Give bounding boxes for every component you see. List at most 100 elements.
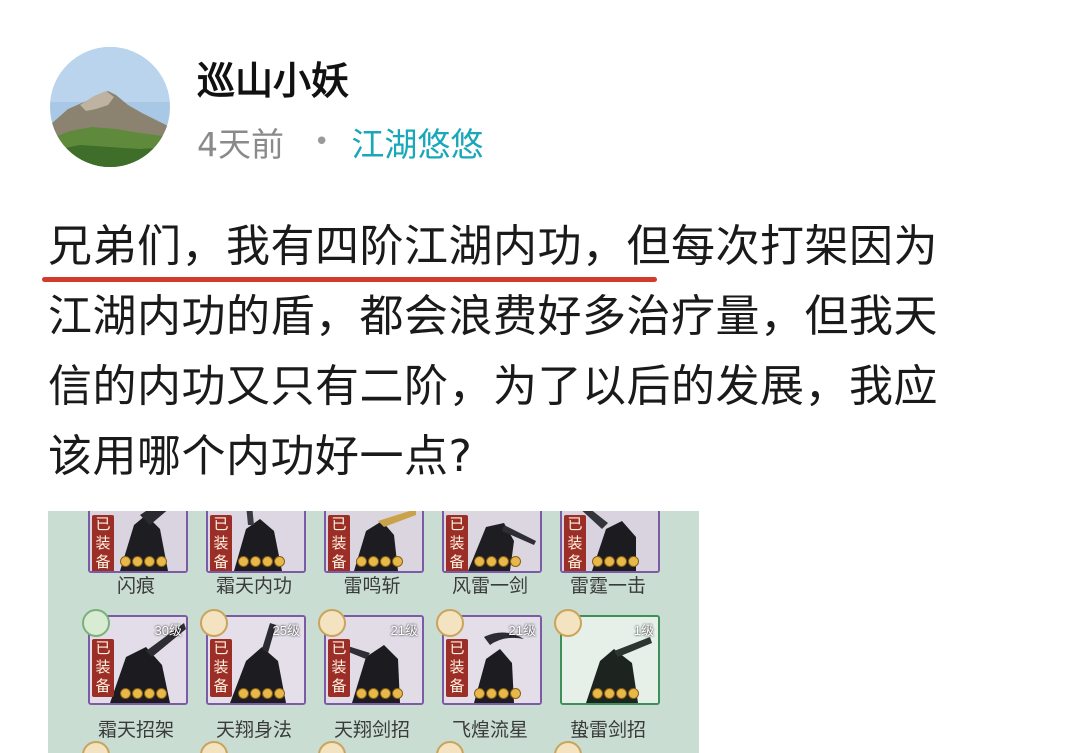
coin-icon xyxy=(238,556,249,567)
rank-coins xyxy=(356,688,403,699)
skill-art: 已装备 xyxy=(324,511,424,573)
meta-separator: • xyxy=(314,127,330,157)
coin-icon xyxy=(250,556,261,567)
skill-name: 霜天内功 xyxy=(215,575,292,597)
equipped-tag: 已装备 xyxy=(210,515,232,571)
coin-icon xyxy=(132,688,143,699)
rank-coins xyxy=(120,556,167,567)
post-text-line: 该用哪个内功好一点? xyxy=(48,431,473,482)
coin-icon xyxy=(510,556,521,567)
coin-icon xyxy=(628,688,639,699)
coin-icon xyxy=(510,688,521,699)
rank-coins xyxy=(238,688,285,699)
skill-type-badge-icon xyxy=(554,609,582,637)
coin-icon xyxy=(356,556,367,567)
coin-icon xyxy=(616,688,627,699)
skill-name: 天翔身法 xyxy=(215,719,292,741)
skill-name: 雷鸣斩 xyxy=(343,575,401,597)
coin-icon xyxy=(144,688,155,699)
coin-icon xyxy=(156,688,167,699)
coin-icon xyxy=(156,556,167,567)
coin-icon xyxy=(274,556,285,567)
coin-icon xyxy=(132,556,143,567)
highlight-underline xyxy=(42,277,657,282)
coin-icon xyxy=(498,556,509,567)
coin-icon xyxy=(486,688,497,699)
skill-type-badge-icon xyxy=(200,741,228,753)
equipped-tag: 已装备 xyxy=(92,515,114,571)
skill-art: 已装备 xyxy=(88,511,188,573)
skill-level: 25级 xyxy=(272,623,300,638)
skill-type-badge-icon xyxy=(436,741,464,753)
coin-icon xyxy=(356,688,367,699)
coin-icon xyxy=(604,556,615,567)
coin-icon xyxy=(274,688,285,699)
coin-icon xyxy=(498,688,509,699)
post-meta: 4天前 • 江湖悠悠 xyxy=(197,120,483,164)
post-time: 4天前 xyxy=(197,125,284,164)
coin-icon xyxy=(604,688,615,699)
equipped-tag: 已装备 xyxy=(328,639,350,697)
skill-name: 飞煌流星 xyxy=(451,719,528,741)
coin-icon xyxy=(474,556,485,567)
coin-icon xyxy=(380,556,391,567)
coin-icon xyxy=(628,556,639,567)
rank-coins xyxy=(592,556,639,567)
coin-icon xyxy=(486,556,497,567)
skill-art: 已装备 xyxy=(560,511,660,573)
post-body: 兄弟们，我有四阶江湖内功，但每次打架因为 江湖内功的盾，都会浪费好多治疗量，但我… xyxy=(48,212,1018,492)
skill-type-badge-icon xyxy=(554,741,582,753)
rank-coins xyxy=(474,688,521,699)
topic-link[interactable]: 江湖悠悠 xyxy=(351,118,483,166)
coin-icon xyxy=(144,556,155,567)
skill-art: 已装备 xyxy=(442,511,542,573)
skill-name: 蛰雷剑招 xyxy=(569,719,646,741)
mountain-avatar-icon xyxy=(50,47,170,167)
coin-icon xyxy=(250,688,261,699)
coin-icon xyxy=(368,556,379,567)
skill-level: 21级 xyxy=(508,623,536,638)
skill-name: 风雷一剑 xyxy=(451,575,528,597)
skill-name: 闪痕 xyxy=(116,575,155,597)
attached-image[interactable]: 已装备 闪痕 已装备 霜天内功 已装备 雷鸣斩 已装备 风雷一剑 已装备 雷霆一… xyxy=(48,511,699,753)
skill-name: 天翔剑招 xyxy=(333,719,410,741)
equipped-tag: 已装备 xyxy=(564,515,586,571)
equipped-tag: 已装备 xyxy=(92,639,114,697)
rank-coins xyxy=(592,688,639,699)
skill-name: 雷霆一击 xyxy=(569,575,646,597)
coin-icon xyxy=(616,556,627,567)
skill-level: 1级 xyxy=(633,623,654,638)
skill-name: 霜天招架 xyxy=(97,719,174,741)
coin-icon xyxy=(262,556,273,567)
equipped-tag: 已装备 xyxy=(328,515,350,571)
coin-icon xyxy=(238,688,249,699)
author-avatar[interactable] xyxy=(50,47,170,167)
post-text-line: 信的内功又只有二阶，为了以后的发展，我应 xyxy=(48,361,938,412)
coin-icon xyxy=(592,556,603,567)
coin-icon xyxy=(392,556,403,567)
skill-type-badge-icon xyxy=(318,741,346,753)
rank-coins xyxy=(120,688,167,699)
equipped-tag: 已装备 xyxy=(210,639,232,697)
author-name[interactable]: 巡山小妖 xyxy=(197,56,349,106)
skill-level: 21级 xyxy=(390,623,418,638)
coin-icon xyxy=(120,556,131,567)
skill-type-badge-icon xyxy=(200,609,228,637)
skill-level: 30级 xyxy=(154,623,182,638)
skill-art: 已装备 xyxy=(206,511,306,573)
coin-icon xyxy=(474,688,485,699)
skill-type-badge-icon xyxy=(318,609,346,637)
skill-type-badge-icon xyxy=(436,609,464,637)
coin-icon xyxy=(592,688,603,699)
skill-type-badge-icon xyxy=(82,741,110,753)
skill-type-badge-icon xyxy=(82,609,110,637)
equipped-tag: 已装备 xyxy=(446,639,468,697)
post-text-line: 兄弟们，我有四阶江湖内功，但每次打架因为 xyxy=(48,221,938,272)
coin-icon xyxy=(392,688,403,699)
post-text-line: 江湖内功的盾，都会浪费好多治疗量，但我天 xyxy=(48,291,938,342)
coin-icon xyxy=(380,688,391,699)
rank-coins xyxy=(356,556,403,567)
coin-icon xyxy=(262,688,273,699)
rank-coins xyxy=(238,556,285,567)
rank-coins xyxy=(474,556,521,567)
